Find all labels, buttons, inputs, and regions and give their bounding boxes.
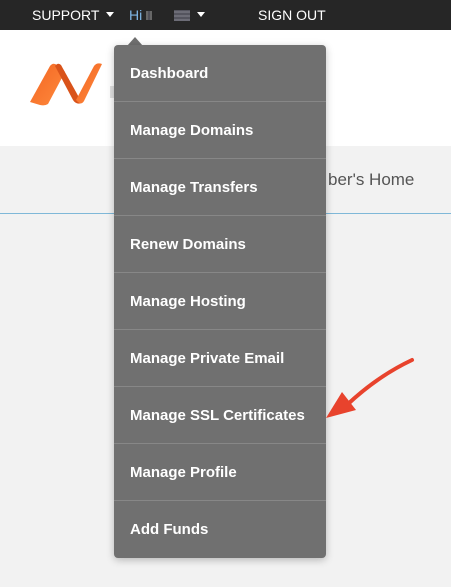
support-menu[interactable]: SUPPORT xyxy=(32,0,115,30)
sign-out-link[interactable]: SIGN OUT xyxy=(258,0,326,30)
menu-item-manage-private-email[interactable]: Manage Private Email xyxy=(114,330,326,387)
menu-item-manage-profile[interactable]: Manage Profile xyxy=(114,444,326,501)
support-label: SUPPORT xyxy=(32,7,100,23)
menu-item-add-funds[interactable]: Add Funds xyxy=(114,501,326,558)
menu-item-manage-hosting[interactable]: Manage Hosting xyxy=(114,273,326,330)
account-menu[interactable]: Hi xyxy=(129,0,206,30)
menu-item-renew-domains[interactable]: Renew Domains xyxy=(114,216,326,273)
greeting-text: Hi xyxy=(129,7,143,23)
namecheap-logo-icon[interactable] xyxy=(28,62,104,106)
account-dropdown-menu: Dashboard Manage Domains Manage Transfer… xyxy=(114,45,326,558)
menu-item-manage-domains[interactable]: Manage Domains xyxy=(114,102,326,159)
menu-item-manage-ssl-certificates[interactable]: Manage SSL Certificates xyxy=(114,387,326,444)
chevron-down-icon xyxy=(197,11,206,17)
sign-out-label: SIGN OUT xyxy=(258,7,326,23)
redacted-username xyxy=(146,10,153,20)
redacted-username-block xyxy=(174,9,191,21)
chevron-down-icon xyxy=(106,11,115,17)
red-arrow-icon xyxy=(326,358,414,418)
menu-item-dashboard[interactable]: Dashboard xyxy=(114,45,326,102)
menu-item-manage-transfers[interactable]: Manage Transfers xyxy=(114,159,326,216)
top-nav-bar: SUPPORT Hi SIGN OUT xyxy=(0,0,451,30)
page-heading: ber's Home xyxy=(328,170,415,189)
